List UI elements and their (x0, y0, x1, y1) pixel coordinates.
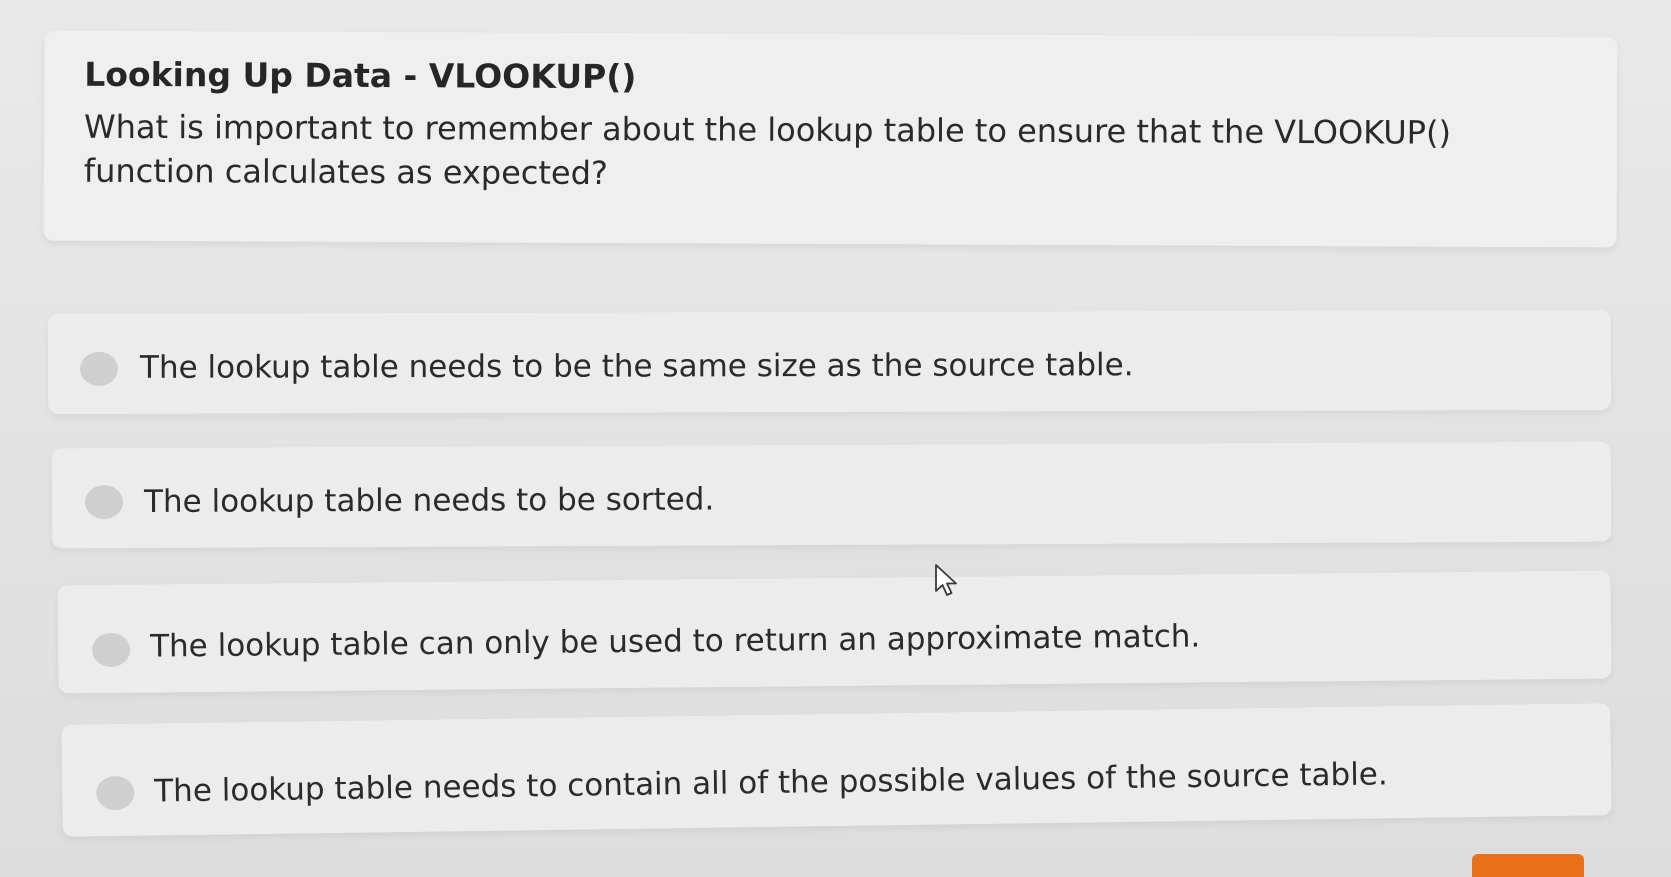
next-button[interactable] (1472, 854, 1584, 877)
answer-option-2[interactable]: The lookup table needs to be sorted. (51, 441, 1612, 549)
answer-option-label: The lookup table needs to be sorted. (143, 481, 715, 520)
answer-option-label: The lookup table needs to contain all of… (153, 756, 1388, 810)
radio-button[interactable] (79, 351, 119, 386)
radio-button[interactable] (96, 775, 135, 811)
mouse-pointer-icon (935, 564, 957, 596)
radio-button[interactable] (91, 632, 131, 668)
answer-option-4[interactable]: The lookup table needs to contain all of… (61, 703, 1612, 837)
answer-option-1[interactable]: The lookup table needs to be the same si… (47, 309, 1612, 415)
answer-option-label: The lookup table needs to be the same si… (139, 347, 1134, 386)
quiz-page: Looking Up Data - VLOOKUP() What is impo… (0, 0, 1671, 877)
question-card: Looking Up Data - VLOOKUP() What is impo… (43, 30, 1618, 248)
question-title: Looking Up Data - VLOOKUP() (84, 54, 637, 97)
question-text: What is important to remember about the … (83, 107, 1452, 193)
answer-option-label: The lookup table can only be used to ret… (149, 618, 1201, 665)
radio-button[interactable] (84, 485, 124, 520)
answer-option-3[interactable]: The lookup table can only be used to ret… (57, 570, 1612, 694)
